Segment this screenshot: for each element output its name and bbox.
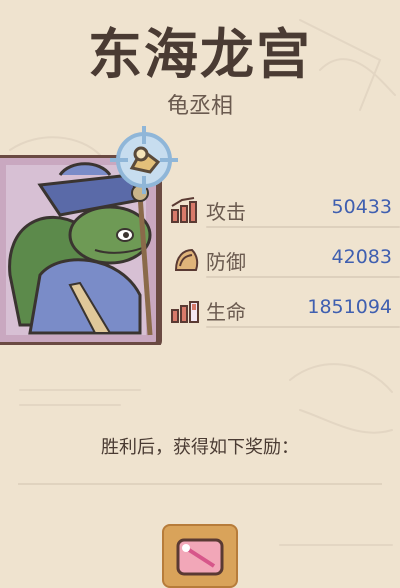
stat-value: 50433 (331, 196, 392, 218)
stat-defense: 防御 42083 (170, 240, 400, 280)
reward-description: 胜利后，获得如下奖励： (101, 437, 299, 458)
ticket-icon (176, 538, 224, 576)
stat-label: 生命 (206, 300, 246, 324)
defense-icon (174, 248, 199, 271)
boss-name: 龟丞相 (166, 94, 233, 119)
health-icon (171, 301, 199, 323)
stat-value: 42083 (331, 246, 392, 268)
stat-health: 生命 1851094 (170, 290, 400, 330)
page-title: 东海龙宫 (88, 22, 312, 86)
divider (206, 326, 400, 328)
target-emblem-icon[interactable] (108, 124, 180, 196)
stat-label: 防御 (206, 250, 246, 274)
divider (206, 276, 400, 278)
stat-label: 攻击 (206, 200, 246, 224)
reward-item-slot[interactable] (162, 524, 238, 588)
stat-value: 1851094 (307, 296, 392, 318)
attack-icon (171, 197, 197, 223)
stat-attack: 攻击 50433 (170, 190, 400, 230)
divider (206, 226, 400, 228)
reward-divider (18, 483, 382, 485)
